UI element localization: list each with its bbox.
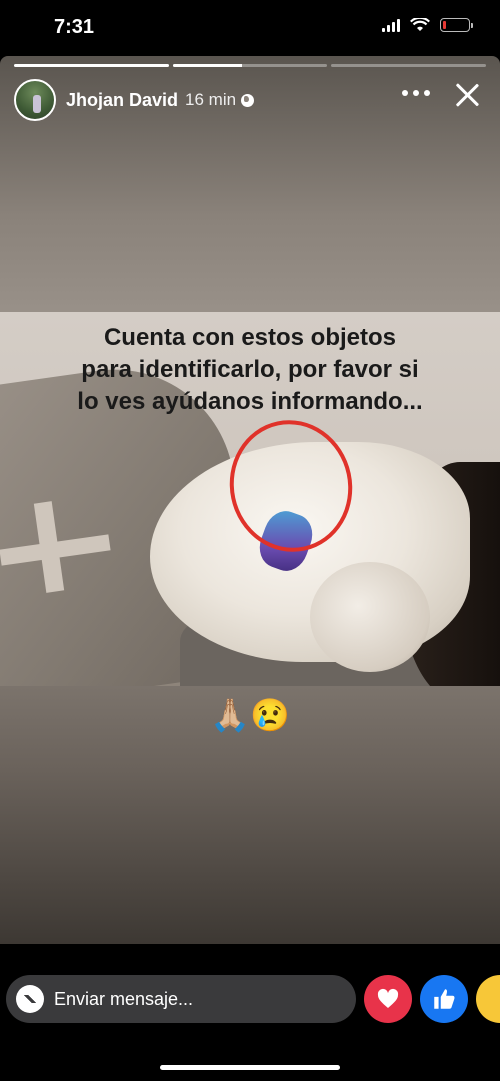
story-viewer[interactable]: Jhojan David 16 min Cuenta con estos obj…: [0, 56, 500, 944]
haha-reaction-button[interactable]: [476, 975, 500, 1023]
avatar[interactable]: [14, 79, 56, 121]
like-icon: [434, 989, 455, 1009]
status-bar: 7:31: [0, 0, 500, 56]
home-indicator: [160, 1065, 340, 1070]
story-photo: Cuenta con estos objetos para identifica…: [0, 312, 500, 686]
signal-icon: [382, 18, 400, 32]
love-reaction-button[interactable]: [364, 975, 412, 1023]
status-time: 7:31: [54, 16, 95, 38]
progress-segment: [172, 64, 328, 67]
user-name[interactable]: Jhojan David: [66, 90, 178, 111]
love-icon: [377, 988, 399, 1008]
wifi-icon: [410, 18, 430, 31]
bottom-bar: Enviar mensaje...: [0, 944, 500, 1081]
globe-icon: [241, 93, 255, 107]
messenger-icon: [16, 985, 44, 1013]
progress-segment: [331, 64, 487, 67]
progress-segment: [14, 64, 169, 67]
story-header: Jhojan David 16 min: [14, 78, 486, 122]
story-progress: [14, 64, 487, 67]
message-input[interactable]: Enviar mensaje...: [6, 975, 356, 1023]
photo-caption: Cuenta con estos objetos para identifica…: [77, 324, 423, 415]
like-reaction-button[interactable]: [420, 975, 468, 1023]
close-icon[interactable]: [452, 80, 482, 110]
more-options-icon[interactable]: [402, 90, 430, 96]
message-placeholder: Enviar mensaje...: [54, 988, 194, 1009]
status-icons: [382, 18, 473, 32]
story-emoji-text: 🙏🏼😢: [210, 697, 290, 733]
battery-icon: [440, 18, 473, 32]
post-time: 16 min: [185, 90, 237, 109]
